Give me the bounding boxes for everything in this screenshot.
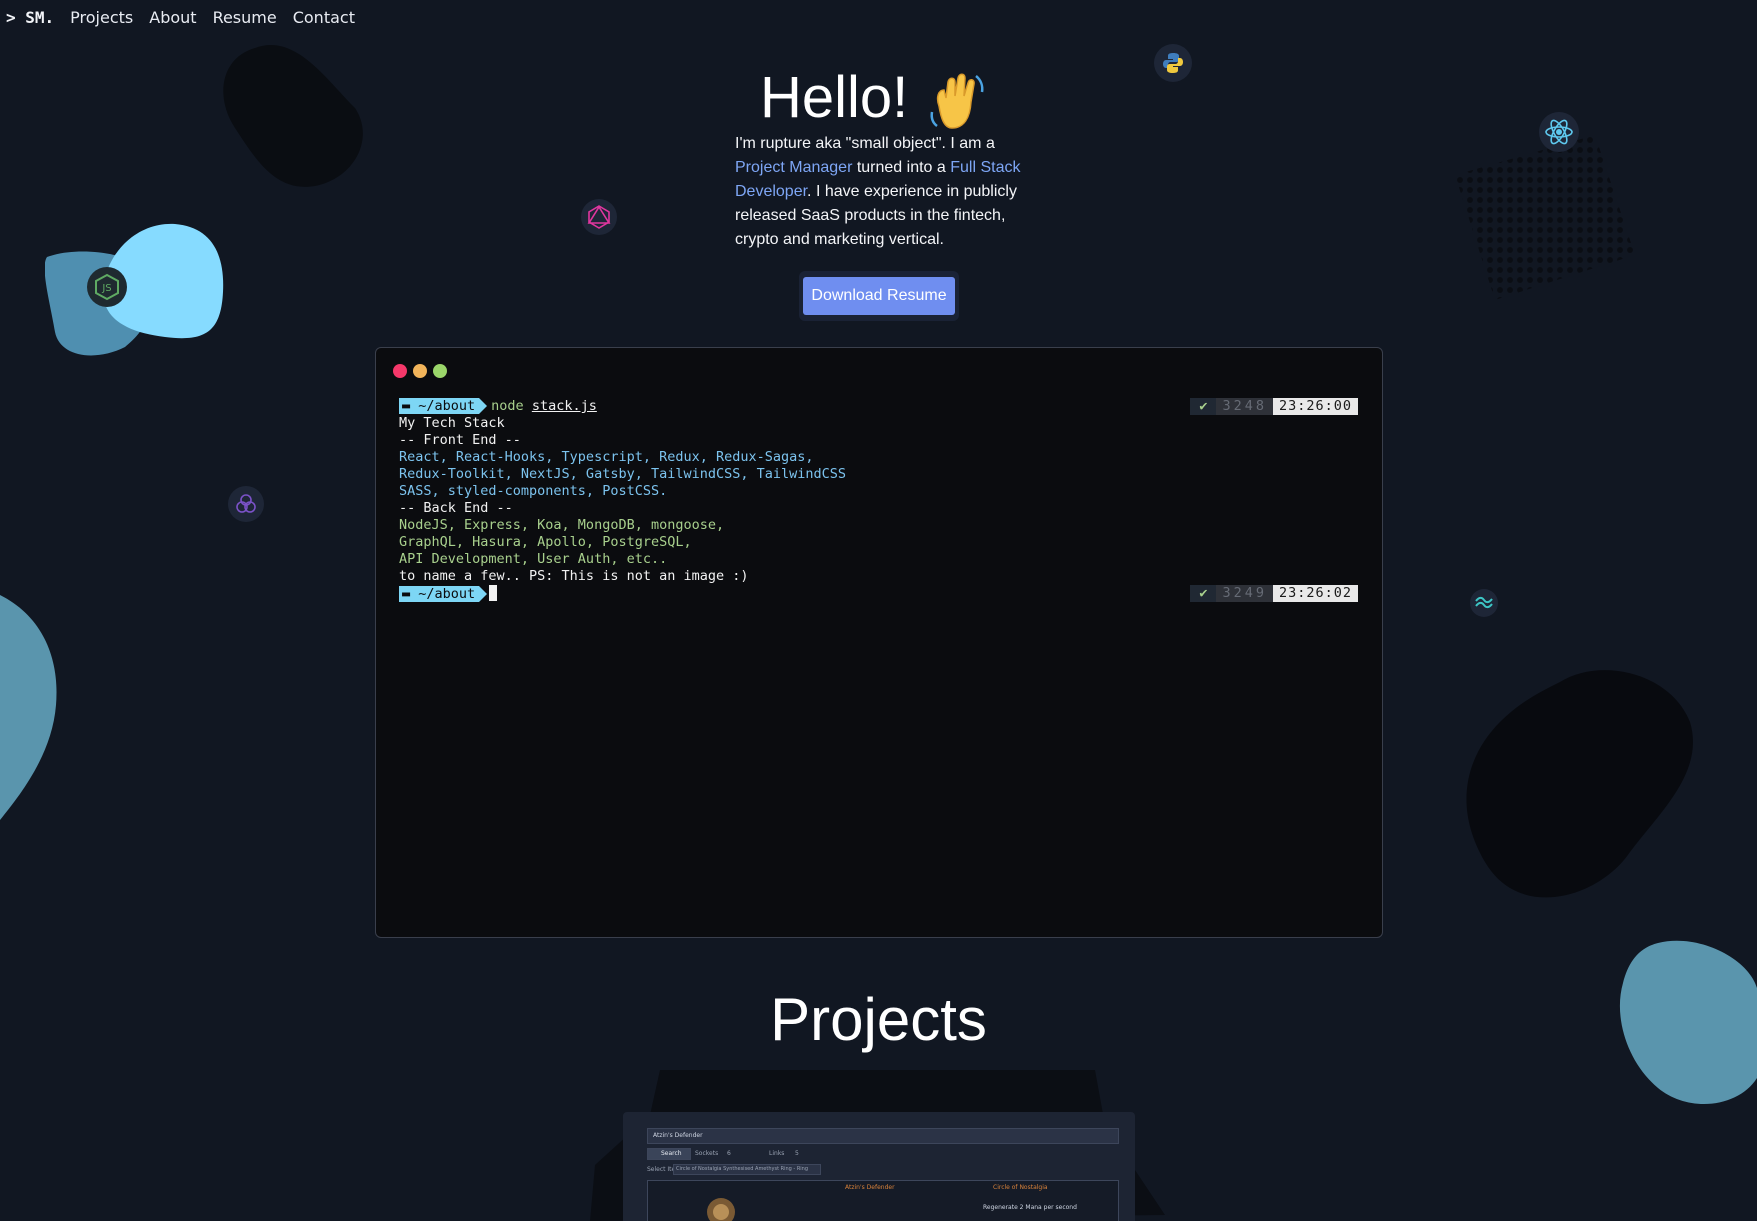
graphql-icon: [581, 199, 617, 235]
preview-search-label: Search: [661, 1150, 682, 1157]
command: node: [491, 398, 524, 414]
preview-links-label: Links: [769, 1150, 785, 1157]
download-resume-button[interactable]: Download Resume: [799, 271, 959, 321]
minimize-dot[interactable]: [413, 364, 427, 378]
svg-text:JS: JS: [101, 283, 111, 294]
nav-link-about[interactable]: About: [149, 8, 196, 27]
nav-link-projects[interactable]: Projects: [70, 8, 133, 27]
check-icon: ✔: [1190, 585, 1217, 602]
command-count: 3248: [1216, 398, 1273, 415]
terminal-output-line: API Development, User Auth, etc..: [399, 551, 668, 567]
close-dot[interactable]: [393, 364, 407, 378]
preview-sockets-value: 6: [727, 1150, 731, 1157]
preview-links-value: 5: [795, 1150, 799, 1157]
prompt-dir: ▬ ~/about: [399, 586, 480, 602]
preview-select-value: Circle of Nostalgia Synthesised Amethyst…: [676, 1166, 809, 1172]
terminal-output-line: SASS, styled-components, PostCSS.: [399, 483, 668, 499]
terminal-output-line: to name a few.. PS: This is not an image…: [399, 568, 749, 584]
command-arg: stack.js: [531, 398, 597, 414]
terminal-output-line: React, React-Hooks, Typescript, Redux, R…: [399, 449, 814, 465]
top-nav: > SM. Projects About Resume Contact: [6, 8, 355, 27]
preview-col2-title: Circle of Nostalgia: [993, 1184, 1048, 1191]
nodejs-icon: JS: [87, 267, 127, 307]
prompt-dir: ▬ ~/about: [399, 398, 480, 414]
nav-link-resume[interactable]: Resume: [213, 8, 277, 27]
preview-heading-bar: [647, 1128, 1119, 1144]
folder-icon: ▬: [402, 586, 419, 602]
timestamp: 23:26:02: [1272, 585, 1358, 602]
folder-icon: ▬: [402, 398, 419, 414]
intro-text: I'm rupture aka "small object". I am a P…: [735, 135, 1021, 248]
terminal-output-line: -- Front End --: [399, 432, 521, 448]
apollo-icon: [228, 486, 264, 522]
terminal-output-line: My Tech Stack: [399, 415, 505, 431]
check-icon: ✔: [1190, 398, 1217, 415]
maximize-dot[interactable]: [433, 364, 447, 378]
status-segment-2: ✔ 3249 23:26:02: [1190, 585, 1358, 602]
python-icon: [1154, 44, 1192, 82]
terminal-output-line: -- Back End --: [399, 500, 513, 516]
terminal-output-line: GraphQL, Hasura, Apollo, PostgreSQL,: [399, 534, 692, 550]
terminal-output-line: NodeJS, Express, Koa, MongoDB, mongoose,: [399, 517, 725, 533]
command-count: 3249: [1216, 585, 1273, 602]
dark-blob-top-left: [223, 45, 363, 187]
role-highlight-pm: Project Manager: [735, 159, 853, 176]
nav-link-contact[interactable]: Contact: [293, 8, 355, 27]
project-screenshot[interactable]: Atzin's Defender Search Sockets 6 Links …: [623, 1112, 1135, 1221]
status-segment-1: ✔ 3248 23:26:00: [1190, 398, 1358, 415]
preview-heading: Atzin's Defender: [653, 1132, 703, 1139]
dark-blob-right: [1466, 670, 1693, 898]
hero-title: Hello!: [760, 65, 909, 130]
tailwind-icon: [1470, 589, 1498, 617]
timestamp: 23:26:00: [1272, 398, 1358, 415]
terminal-window: ▬ ~/about node stack.js ✔ 3248 23:26:00 My …: [375, 347, 1383, 938]
dotted-pattern: [1455, 135, 1635, 300]
blue-blob-left: [45, 223, 224, 356]
preview-col2-line: Regenerate 2 Mana per second: [983, 1204, 1077, 1211]
terminal-input-line[interactable]: ▬ ~/about: [399, 585, 498, 603]
terminal-prompt-line: ▬ ~/about node stack.js: [399, 398, 597, 415]
projects-heading: Projects: [770, 986, 987, 1053]
blue-blob-edge-left: [0, 595, 57, 820]
preview-item-image: [707, 1198, 735, 1221]
preview-sockets-label: Sockets: [695, 1150, 719, 1157]
terminal-output-line: Redux-Toolkit, NextJS, Gatsby, TailwindC…: [399, 466, 847, 482]
waving-hand-icon: [930, 73, 984, 129]
site-logo[interactable]: > SM.: [6, 8, 54, 27]
download-resume-label: Download Resume: [803, 277, 955, 315]
terminal-cursor: [489, 585, 498, 601]
preview-col1-title: Atzin's Defender: [845, 1184, 895, 1191]
react-icon: [1539, 112, 1579, 152]
window-controls: [393, 364, 447, 378]
